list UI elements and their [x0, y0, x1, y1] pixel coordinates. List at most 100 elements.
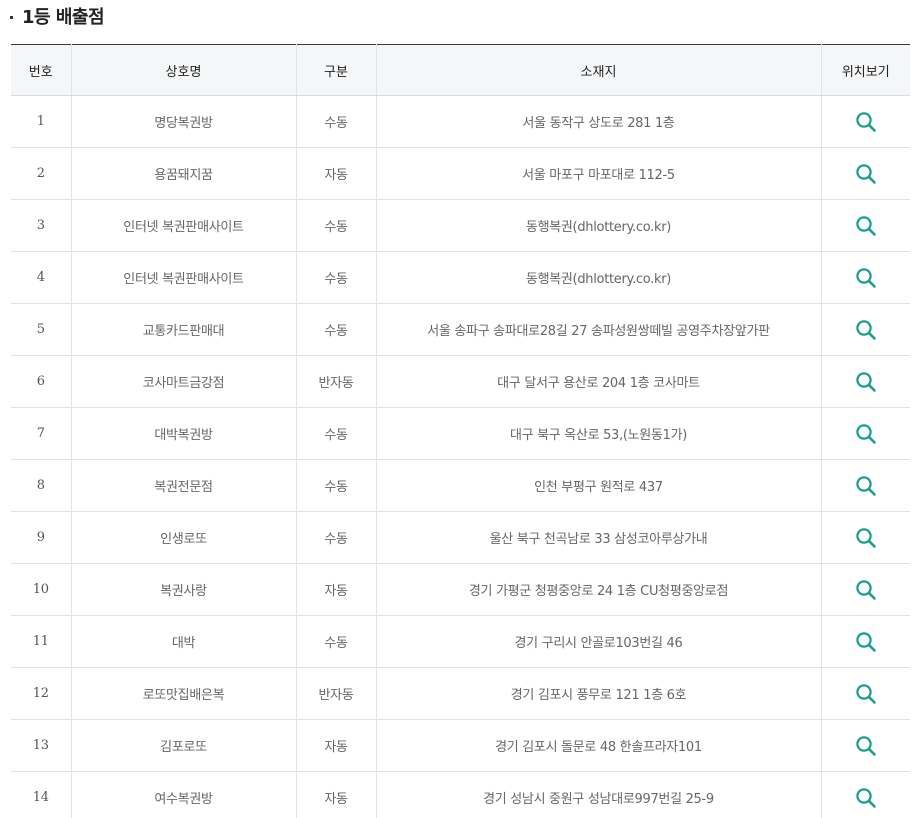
cell-address: 경기 성남시 중원구 성남대로997번길 25-9 [375, 771, 821, 818]
view-location-button[interactable] [853, 265, 879, 291]
search-icon [856, 371, 876, 392]
cell-store-name: 용꿈돼지꿈 [70, 147, 296, 200]
search-icon [856, 163, 876, 184]
cell-store-name: 교통카드판매대 [70, 303, 296, 356]
cell-address: 경기 김포시 풍무로 121 1층 6호 [375, 667, 821, 720]
cell-store-name: 명당복권방 [70, 95, 296, 148]
cell-address: 경기 가평군 청평중앙로 24 1층 CU청평중앙로점 [375, 563, 821, 616]
view-location-button[interactable] [853, 421, 879, 447]
table-row: 11 대박 수동 경기 구리시 안골로103번길 46 [11, 615, 910, 668]
cell-store-name: 복권전문점 [70, 459, 296, 512]
table-row: 1 명당복권방 수동 서울 동작구 상도로 281 1층 [11, 95, 910, 148]
cell-no: 14 [11, 771, 71, 818]
search-icon [856, 111, 876, 132]
cell-no: 10 [11, 563, 71, 616]
cell-type: 자동 [295, 147, 376, 200]
cell-no: 5 [11, 303, 71, 356]
section-heading: 1등 배출점 [10, 3, 105, 29]
view-location-button[interactable] [853, 525, 879, 551]
view-location-button[interactable] [853, 629, 879, 655]
cell-type: 수동 [295, 199, 376, 252]
search-icon [856, 267, 876, 288]
header-address: 소재지 [375, 44, 821, 96]
cell-map [820, 199, 910, 252]
cell-store-name: 인터넷 복권판매사이트 [70, 199, 296, 252]
cell-type: 자동 [295, 563, 376, 616]
cell-type: 자동 [295, 719, 376, 772]
cell-map [820, 303, 910, 356]
table-row: 8 복권전문점 수동 인천 부평구 원적로 437 [11, 459, 910, 512]
search-icon [856, 423, 876, 444]
search-icon [856, 475, 876, 496]
search-icon [856, 735, 876, 756]
table-row: 6 코사마트금강점 반자동 대구 달서구 용산로 204 1층 코사마트 [11, 355, 910, 408]
search-icon [856, 787, 876, 808]
header-name: 상호명 [70, 44, 296, 96]
search-icon [856, 319, 876, 340]
view-location-button[interactable] [853, 473, 879, 499]
cell-no: 7 [11, 407, 71, 460]
view-location-button[interactable] [853, 317, 879, 343]
cell-map [820, 771, 910, 818]
table-row: 12 로또맛집배은복 반자동 경기 김포시 풍무로 121 1층 6호 [11, 667, 910, 720]
cell-type: 수동 [295, 459, 376, 512]
cell-store-name: 복권사랑 [70, 563, 296, 616]
table-row: 3 인터넷 복권판매사이트 수동 동행복권(dhlottery.co.kr) [11, 199, 910, 252]
table-row: 14 여수복권방 자동 경기 성남시 중원구 성남대로997번길 25-9 [11, 771, 910, 818]
view-location-button[interactable] [853, 785, 879, 811]
header-map: 위치보기 [820, 44, 910, 96]
cell-type: 수동 [295, 511, 376, 564]
cell-map [820, 667, 910, 720]
cell-type: 수동 [295, 303, 376, 356]
view-location-button[interactable] [853, 681, 879, 707]
view-location-button[interactable] [853, 369, 879, 395]
cell-address: 동행복권(dhlottery.co.kr) [375, 199, 821, 252]
table-row: 13 김포로또 자동 경기 김포시 돌문로 48 한솔프라자101 [11, 719, 910, 772]
cell-store-name: 대박 [70, 615, 296, 668]
view-location-button[interactable] [853, 213, 879, 239]
page: 1등 배출점 번호 상호명 구분 소재지 위치보기 1 명당복권방 수동 서울 동작구… [0, 0, 918, 818]
cell-no: 2 [11, 147, 71, 200]
cell-map [820, 147, 910, 200]
bullet-icon [10, 15, 13, 19]
cell-no: 12 [11, 667, 71, 720]
cell-no: 8 [11, 459, 71, 512]
winning-stores-table: 번호 상호명 구분 소재지 위치보기 1 명당복권방 수동 서울 동작구 상도로 28… [11, 44, 910, 818]
cell-type: 반자동 [295, 667, 376, 720]
cell-no: 1 [11, 95, 71, 148]
cell-type: 자동 [295, 771, 376, 818]
cell-address: 서울 송파구 송파대로28길 27 송파성원쌍떼빌 공영주차장앞가판 [375, 303, 821, 356]
header-no: 번호 [11, 44, 71, 96]
search-icon [856, 631, 876, 652]
search-icon [856, 527, 876, 548]
table-row: 10 복권사랑 자동 경기 가평군 청평중앙로 24 1층 CU청평중앙로점 [11, 563, 910, 616]
cell-address: 경기 구리시 안골로103번길 46 [375, 615, 821, 668]
cell-store-name: 로또맛집배은복 [70, 667, 296, 720]
cell-type: 수동 [295, 407, 376, 460]
section-title-text: 1등 배출점 [22, 7, 105, 28]
view-location-button[interactable] [853, 577, 879, 603]
cell-map [820, 511, 910, 564]
cell-type: 수동 [295, 615, 376, 668]
cell-map [820, 563, 910, 616]
cell-store-name: 대박복권방 [70, 407, 296, 460]
cell-address: 서울 동작구 상도로 281 1층 [375, 95, 821, 148]
cell-address: 동행복권(dhlottery.co.kr) [375, 251, 821, 304]
cell-address: 인천 부평구 원적로 437 [375, 459, 821, 512]
search-icon [856, 683, 876, 704]
cell-type: 수동 [295, 95, 376, 148]
table-row: 4 인터넷 복권판매사이트 수동 동행복권(dhlottery.co.kr) [11, 251, 910, 304]
cell-no: 3 [11, 199, 71, 252]
cell-map [820, 251, 910, 304]
cell-map [820, 719, 910, 772]
cell-map [820, 355, 910, 408]
table-row: 7 대박복권방 수동 대구 북구 옥산로 53,(노원동1가) [11, 407, 910, 460]
cell-no: 13 [11, 719, 71, 772]
cell-store-name: 여수복권방 [70, 771, 296, 818]
cell-map [820, 407, 910, 460]
view-location-button[interactable] [853, 733, 879, 759]
cell-store-name: 인생로또 [70, 511, 296, 564]
view-location-button[interactable] [853, 109, 879, 135]
search-icon [856, 579, 876, 600]
view-location-button[interactable] [853, 161, 879, 187]
